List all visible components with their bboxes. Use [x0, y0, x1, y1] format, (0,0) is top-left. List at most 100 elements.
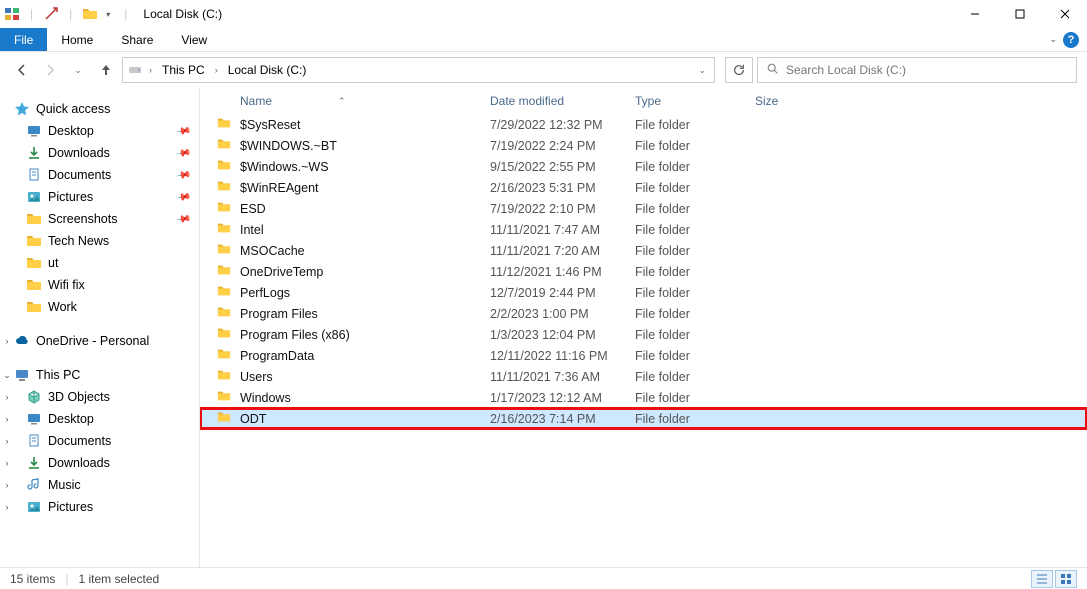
tab-share[interactable]: Share — [107, 28, 167, 51]
table-row[interactable]: $WinREAgent2/16/2023 5:31 PMFile folder — [200, 177, 1087, 198]
address-bar[interactable]: › This PC › Local Disk (C:) ⌄ — [122, 57, 715, 83]
pin-icon: 📌 — [175, 123, 192, 139]
view-large-button[interactable] — [1055, 570, 1077, 588]
help-button[interactable]: ? — [1063, 32, 1079, 48]
file-date: 11/11/2021 7:36 AM — [490, 370, 635, 384]
qat-dropdown-icon[interactable]: ▾ — [102, 10, 114, 19]
ribbon-expand-icon[interactable]: ⌄ — [1049, 34, 1057, 45]
column-header-size[interactable]: Size — [755, 94, 835, 108]
sidebar-item-label: OneDrive - Personal — [36, 334, 149, 348]
tab-home[interactable]: Home — [47, 28, 107, 51]
table-row[interactable]: MSOCache11/11/2021 7:20 AMFile folder — [200, 240, 1087, 261]
chevron-right-icon[interactable]: › — [2, 392, 12, 402]
chevron-right-icon[interactable]: › — [2, 502, 12, 512]
search-input[interactable]: Search Local Disk (C:) — [757, 57, 1077, 83]
documents-icon — [26, 167, 42, 183]
sidebar-item-label: Screenshots — [48, 212, 117, 226]
sidebar-item[interactable]: Documents📌 — [0, 164, 199, 186]
sidebar-item[interactable]: › Desktop — [0, 408, 199, 430]
window-title: Local Disk (C:) — [143, 7, 222, 21]
folder-icon — [26, 211, 42, 227]
chevron-right-icon[interactable]: › — [2, 480, 12, 490]
file-type: File folder — [635, 370, 755, 384]
ribbon: File Home Share View ⌄ ? — [0, 28, 1087, 52]
sidebar-item[interactable]: Screenshots📌 — [0, 208, 199, 230]
folder-icon — [26, 233, 42, 249]
documents-icon — [26, 433, 42, 449]
sidebar-item[interactable]: Work — [0, 296, 199, 318]
up-button[interactable] — [94, 58, 118, 82]
recent-dropdown[interactable]: ⌄ — [66, 58, 90, 82]
back-button[interactable] — [10, 58, 34, 82]
chevron-right-icon[interactable]: › — [149, 65, 152, 75]
folder-icon — [216, 347, 232, 364]
table-row[interactable]: $WINDOWS.~BT7/19/2022 2:24 PMFile folder — [200, 135, 1087, 156]
sidebar-item-label: Work — [48, 300, 77, 314]
file-name: Program Files (x86) — [240, 328, 350, 342]
table-row[interactable]: Intel11/11/2021 7:47 AMFile folder — [200, 219, 1087, 240]
breadcrumb-drive[interactable]: Local Disk (C:) — [224, 63, 311, 77]
column-header-type[interactable]: Type — [635, 94, 755, 108]
chevron-right-icon[interactable]: › — [2, 436, 12, 446]
chevron-right-icon[interactable]: › — [2, 458, 12, 468]
chevron-right-icon[interactable]: › — [215, 65, 218, 75]
column-header-name[interactable]: Name ⌃ — [240, 94, 490, 108]
table-row[interactable]: ODT2/16/2023 7:14 PMFile folder — [200, 408, 1087, 429]
sidebar-item[interactable]: ›Documents — [0, 430, 199, 452]
sidebar-item[interactable]: Pictures📌 — [0, 186, 199, 208]
tab-file[interactable]: File — [0, 28, 47, 51]
breadcrumb-thispc[interactable]: This PC — [158, 63, 209, 77]
table-row[interactable]: Users11/11/2021 7:36 AMFile folder — [200, 366, 1087, 387]
file-date: 1/3/2023 12:04 PM — [490, 328, 635, 342]
file-name: $Windows.~WS — [240, 160, 329, 174]
table-row[interactable]: OneDriveTemp11/12/2021 1:46 PMFile folde… — [200, 261, 1087, 282]
address-dropdown-icon[interactable]: ⌄ — [698, 65, 706, 76]
file-date: 7/29/2022 12:32 PM — [490, 118, 635, 132]
sidebar-item[interactable]: Downloads📌 — [0, 142, 199, 164]
file-name: ODT — [240, 412, 266, 426]
forward-button[interactable] — [38, 58, 62, 82]
view-details-button[interactable] — [1031, 570, 1053, 588]
pictures-icon — [26, 189, 42, 205]
refresh-button[interactable] — [725, 57, 753, 83]
folder-icon — [216, 158, 232, 175]
sidebar-item[interactable]: Tech News — [0, 230, 199, 252]
sidebar-quick-access[interactable]: Quick access — [0, 98, 199, 120]
sidebar-item[interactable]: Wifi fix — [0, 274, 199, 296]
table-row[interactable]: $SysReset7/29/2022 12:32 PMFile folder — [200, 114, 1087, 135]
chevron-right-icon[interactable]: › — [2, 414, 12, 424]
tab-view[interactable]: View — [167, 28, 221, 51]
file-name: ProgramData — [240, 349, 314, 363]
folder-icon — [216, 116, 232, 133]
sidebar-item[interactable]: ut — [0, 252, 199, 274]
folder-icon — [216, 389, 232, 406]
folder-icon — [216, 137, 232, 154]
sidebar-this-pc[interactable]: ⌄ This PC — [0, 364, 199, 386]
qat-properties-icon[interactable] — [43, 6, 59, 22]
sidebar-item[interactable]: ›Downloads — [0, 452, 199, 474]
sidebar-item-label: Desktop — [48, 412, 94, 426]
sidebar-item[interactable]: ›Music — [0, 474, 199, 496]
folder-icon — [216, 284, 232, 301]
close-button[interactable] — [1042, 0, 1087, 28]
sidebar-onedrive[interactable]: › OneDrive - Personal — [0, 330, 199, 352]
file-name: MSOCache — [240, 244, 305, 258]
sidebar-item[interactable]: ›Pictures — [0, 496, 199, 518]
table-row[interactable]: Program Files (x86)1/3/2023 12:04 PMFile… — [200, 324, 1087, 345]
sidebar-item[interactable]: ›3D Objects — [0, 386, 199, 408]
sidebar-item[interactable]: Desktop📌 — [0, 120, 199, 142]
file-name: ESD — [240, 202, 266, 216]
table-row[interactable]: Windows1/17/2023 12:12 AMFile folder — [200, 387, 1087, 408]
table-row[interactable]: $Windows.~WS9/15/2022 2:55 PMFile folder — [200, 156, 1087, 177]
table-row[interactable]: Program Files2/2/2023 1:00 PMFile folder — [200, 303, 1087, 324]
table-row[interactable]: ESD7/19/2022 2:10 PMFile folder — [200, 198, 1087, 219]
file-name: $SysReset — [240, 118, 300, 132]
column-header-date[interactable]: Date modified — [490, 94, 635, 108]
chevron-down-icon[interactable]: ⌄ — [2, 370, 12, 381]
folder-icon — [216, 179, 232, 196]
minimize-button[interactable] — [952, 0, 997, 28]
maximize-button[interactable] — [997, 0, 1042, 28]
chevron-right-icon[interactable]: › — [2, 336, 12, 346]
table-row[interactable]: ProgramData12/11/2022 11:16 PMFile folde… — [200, 345, 1087, 366]
table-row[interactable]: PerfLogs12/7/2019 2:44 PMFile folder — [200, 282, 1087, 303]
